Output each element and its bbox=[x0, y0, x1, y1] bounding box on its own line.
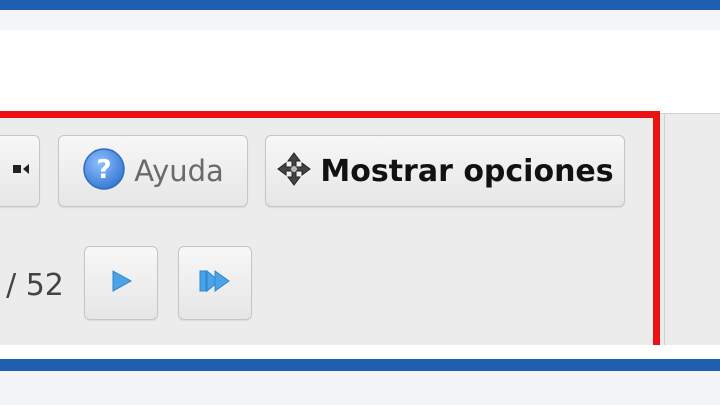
svg-text:?: ? bbox=[97, 155, 112, 185]
skip-to-end-icon bbox=[197, 268, 233, 298]
page-total: / 52 bbox=[6, 267, 64, 303]
toolbar-divider bbox=[664, 113, 665, 345]
bottom-strip bbox=[0, 345, 720, 359]
top-accent-bar bbox=[0, 0, 720, 10]
last-button[interactable] bbox=[178, 246, 252, 320]
next-button[interactable] bbox=[84, 246, 158, 320]
rewind-button[interactable] bbox=[0, 135, 40, 207]
play-icon bbox=[108, 268, 134, 298]
show-options-button[interactable]: Mostrar opciones bbox=[265, 135, 625, 207]
content-area bbox=[0, 30, 720, 113]
help-label: Ayuda bbox=[134, 154, 224, 188]
bottom-area bbox=[0, 371, 720, 405]
help-button[interactable]: ? Ayuda bbox=[58, 135, 248, 207]
top-gap bbox=[0, 10, 720, 30]
bottom-accent-bar bbox=[0, 359, 720, 371]
show-options-label: Mostrar opciones bbox=[320, 153, 614, 189]
move-arrows-icon bbox=[276, 151, 312, 191]
help-icon: ? bbox=[82, 147, 126, 195]
rewind-icon bbox=[13, 160, 29, 182]
